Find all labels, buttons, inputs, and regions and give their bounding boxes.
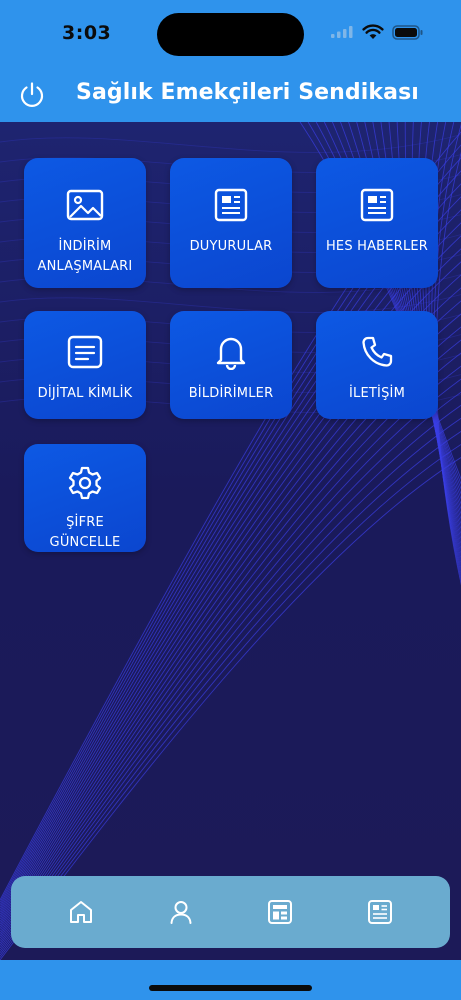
tile-indirim-anlasmalari[interactable]: İNDİRİM ANLAŞMALARI — [24, 158, 146, 288]
home-icon — [69, 901, 92, 923]
tab-news[interactable] — [360, 892, 400, 932]
bell-icon — [211, 332, 251, 372]
tile-label: DUYURULAR — [189, 239, 273, 254]
newspaper-icon — [368, 900, 393, 924]
tile-hes-haberler[interactable]: HES HABERLER — [316, 158, 438, 288]
newspaper-icon — [357, 185, 397, 225]
tile-sifre-guncelle[interactable]: ŞİFRE GÜNCELLE — [24, 444, 146, 552]
wifi-icon — [362, 24, 384, 39]
home-indicator — [149, 985, 312, 991]
power-button[interactable] — [16, 79, 48, 111]
id-card-icon — [65, 332, 105, 372]
tile-bildirimler[interactable]: BİLDİRİMLER — [170, 311, 292, 419]
signal-icon — [331, 26, 353, 38]
newspaper-icon — [211, 185, 251, 225]
tab-bar — [11, 876, 450, 948]
dashboard-icon — [268, 900, 293, 924]
tile-iletisim[interactable]: İLETİŞİM — [316, 311, 438, 419]
main-content: İNDİRİM ANLAŞMALARI DUYURULAR HES HABERL… — [0, 122, 461, 960]
tile-label: İNDİRİM ANLAŞMALARI — [37, 239, 133, 274]
battery-icon — [392, 24, 423, 40]
status-icons — [330, 24, 424, 40]
status-bar: 3:03 — [0, 0, 461, 70]
user-icon — [170, 901, 192, 924]
status-time: 3:03 — [62, 22, 112, 44]
phone-icon — [357, 332, 397, 372]
tile-label: BİLDİRİMLER — [188, 386, 274, 401]
tab-home[interactable] — [61, 892, 101, 932]
power-icon — [20, 82, 44, 107]
app-header: Sağlık Emekçileri Sendikası — [0, 70, 461, 122]
gear-icon — [65, 465, 105, 501]
bottom-safe-area — [0, 960, 461, 1000]
tile-duyurular[interactable]: DUYURULAR — [170, 158, 292, 288]
wave-line — [0, 293, 461, 313]
tile-label: HES HABERLER — [325, 239, 429, 254]
tile-label: ŞİFRE GÜNCELLE — [49, 515, 121, 550]
dynamic-island — [157, 13, 304, 56]
tab-dashboard[interactable] — [260, 892, 300, 932]
image-icon — [65, 185, 105, 225]
tile-dijital-kimlik[interactable]: DİJİTAL KİMLİK — [24, 311, 146, 419]
tile-label: İLETİŞİM — [349, 386, 405, 401]
tab-profile[interactable] — [161, 892, 201, 932]
tile-label: DİJİTAL KİMLİK — [37, 386, 133, 401]
page-title: Sağlık Emekçileri Sendikası — [76, 80, 419, 105]
